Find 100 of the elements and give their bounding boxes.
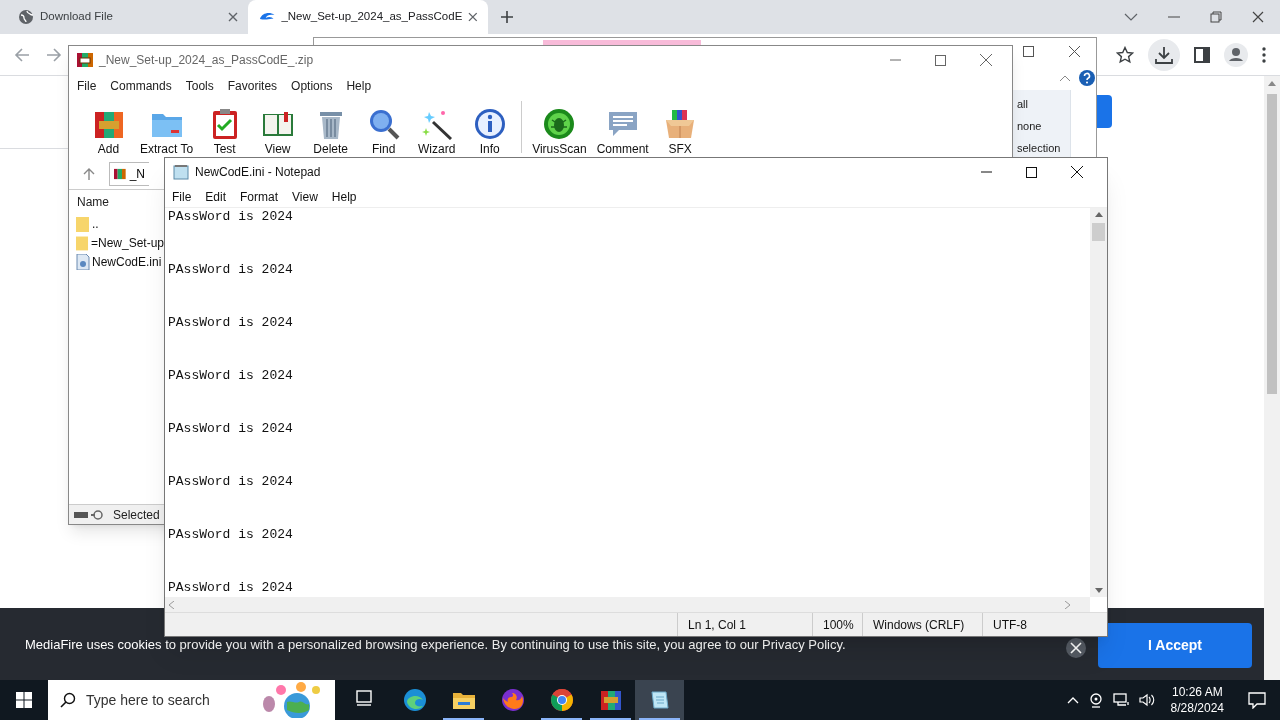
profile-icon[interactable] bbox=[1224, 42, 1248, 67]
menu-item[interactable]: Format bbox=[240, 187, 279, 206]
new-tab-icon[interactable] bbox=[500, 10, 514, 24]
vertical-scrollbar[interactable] bbox=[1090, 208, 1107, 597]
scroll-right-icon bbox=[1065, 600, 1070, 609]
status-text: Ln 1, Col 1 bbox=[688, 616, 747, 634]
toolbar-button[interactable]: VirusScan bbox=[528, 108, 591, 156]
menu-item[interactable]: View bbox=[292, 187, 318, 206]
scrollbar-thumb[interactable] bbox=[1267, 94, 1277, 394]
cookie-text: MediaFire uses cookies to provide you with a personalized browsing experience. By continuing to use this site, you agree to our Privacy Policy. bbox=[25, 636, 846, 655]
toolbar-button[interactable]: Comment bbox=[592, 108, 653, 156]
books-icon bbox=[598, 688, 623, 712]
search-icon bbox=[60, 692, 76, 708]
status-text: Selected bbox=[113, 506, 160, 524]
window-title: _New_Set-up_2024_as_PassCodE_.zip bbox=[99, 52, 314, 69]
clock[interactable]: 10:26 AM 8/28/2024 bbox=[1170, 684, 1224, 716]
menu-icon[interactable] bbox=[1262, 46, 1266, 63]
text-line: PAssWord is 2024 bbox=[168, 579, 294, 596]
file-row[interactable]: NewCodE.ini bbox=[69, 252, 164, 271]
taskbar-app[interactable] bbox=[635, 680, 684, 720]
scroll-down-icon bbox=[1094, 588, 1103, 593]
path-field[interactable]: _N bbox=[109, 161, 149, 186]
window-title: NewCodE.ini - Notepad bbox=[195, 164, 321, 181]
toolbar-button[interactable]: Find bbox=[358, 108, 410, 156]
toolbar-button[interactable]: Delete bbox=[305, 108, 357, 156]
accept-button[interactable]: I Accept bbox=[1098, 622, 1252, 668]
download-button[interactable] bbox=[1148, 38, 1180, 71]
open-box-icon bbox=[664, 108, 697, 140]
speaker-icon[interactable] bbox=[1138, 692, 1155, 708]
column-header[interactable]: Name bbox=[77, 193, 109, 211]
status-text: UTF-8 bbox=[993, 616, 1027, 634]
browser-tab[interactable]: _New_Set-up_2024_as_PassCodE bbox=[248, 0, 488, 34]
text-line: PAssWord is 2024 bbox=[168, 208, 294, 225]
side-panel-icon[interactable] bbox=[1194, 46, 1210, 63]
text-line: PAssWord is 2024 bbox=[168, 420, 294, 437]
toolbar-button[interactable]: Add bbox=[83, 108, 134, 156]
star-icon[interactable] bbox=[1116, 45, 1134, 64]
download-icon bbox=[1155, 45, 1173, 64]
chevron-down-icon[interactable] bbox=[1124, 13, 1138, 21]
scroll-left-icon bbox=[169, 600, 174, 609]
text-line: PAssWord is 2024 bbox=[168, 261, 294, 278]
restore-icon[interactable] bbox=[1210, 11, 1222, 23]
list-item[interactable]: none bbox=[1017, 118, 1070, 134]
list-item[interactable]: all bbox=[1017, 96, 1070, 112]
menu-item[interactable]: Commands bbox=[110, 77, 172, 95]
text-line: PAssWord is 2024 bbox=[168, 473, 294, 490]
text-area[interactable]: PAssWord is 2024 PAssWord is 2024 PAssWord is 2024 PAssWord is 2024 PAssWord is 2024 PAssWord is 2024 PAssWord is 2024 PAssWord is 2024 bbox=[165, 208, 1090, 597]
notepad-icon bbox=[173, 164, 189, 180]
menu-item[interactable]: Favorites bbox=[227, 77, 278, 95]
settings-file-icon bbox=[76, 253, 90, 270]
browser-swirl-icon bbox=[402, 688, 427, 712]
menu-item[interactable]: Help bbox=[331, 187, 357, 206]
menu-item[interactable]: Options bbox=[291, 77, 333, 95]
text-line: PAssWord is 2024 bbox=[168, 314, 294, 331]
scroll-up-icon bbox=[1094, 212, 1103, 217]
close-icon[interactable] bbox=[1069, 46, 1080, 57]
list-item[interactable]: selection bbox=[1017, 140, 1070, 156]
round-logo-icon bbox=[549, 688, 574, 712]
menu-item[interactable]: File bbox=[172, 187, 192, 206]
scrollbar-thumb[interactable] bbox=[1092, 223, 1105, 241]
maximize-icon[interactable] bbox=[1023, 46, 1034, 57]
folder-icon bbox=[76, 234, 89, 251]
windows-start-icon[interactable] bbox=[16, 692, 32, 708]
toolbar-button[interactable]: SFX bbox=[654, 108, 706, 156]
status-text: Windows (CRLF) bbox=[873, 616, 965, 634]
network-icon[interactable] bbox=[1112, 692, 1129, 708]
forward-arrow-icon[interactable] bbox=[46, 46, 62, 63]
webcam-icon[interactable] bbox=[1088, 692, 1103, 708]
toolbar-button[interactable]: View bbox=[252, 108, 304, 156]
help-icon[interactable] bbox=[1079, 70, 1095, 86]
maximize-icon[interactable] bbox=[1026, 166, 1037, 178]
close-icon[interactable] bbox=[1065, 637, 1087, 659]
back-arrow-icon[interactable] bbox=[14, 46, 30, 63]
browser-tab[interactable]: Download File bbox=[8, 0, 248, 34]
scroll-up-icon bbox=[1268, 81, 1276, 86]
menu-item[interactable]: File bbox=[77, 77, 97, 95]
globe-hearts-drawing bbox=[261, 682, 323, 718]
menu-item[interactable]: Tools bbox=[185, 77, 214, 95]
file-row[interactable]: =New_Set-up bbox=[69, 233, 164, 252]
toolbar-button[interactable]: Info bbox=[464, 108, 516, 156]
search-bar[interactable]: Type here to search bbox=[48, 680, 335, 720]
close-icon[interactable] bbox=[1071, 166, 1083, 178]
globe-icon bbox=[18, 9, 34, 25]
horizontal-scrollbar[interactable] bbox=[165, 597, 1090, 612]
fox-globe-icon bbox=[500, 688, 525, 712]
magnifier-icon bbox=[367, 108, 400, 140]
folder-icon bbox=[76, 215, 90, 232]
file-row[interactable]: .. bbox=[69, 214, 164, 233]
info-icon bbox=[473, 108, 506, 140]
up-arrow-icon[interactable] bbox=[83, 167, 95, 180]
search-field[interactable]: Type here to search bbox=[86, 689, 251, 711]
menu-item[interactable]: Edit bbox=[205, 187, 227, 206]
toolbar-button[interactable]: Test bbox=[199, 108, 251, 156]
toolbar-button[interactable]: Extract To bbox=[136, 108, 198, 156]
bug-shield-icon bbox=[543, 108, 576, 140]
close-icon[interactable] bbox=[1252, 11, 1264, 23]
notification-icon[interactable] bbox=[1248, 691, 1266, 709]
text-line: PAssWord is 2024 bbox=[168, 367, 294, 384]
menu-item[interactable]: Help bbox=[346, 77, 372, 95]
toolbar-button[interactable]: Wizard bbox=[411, 108, 463, 156]
